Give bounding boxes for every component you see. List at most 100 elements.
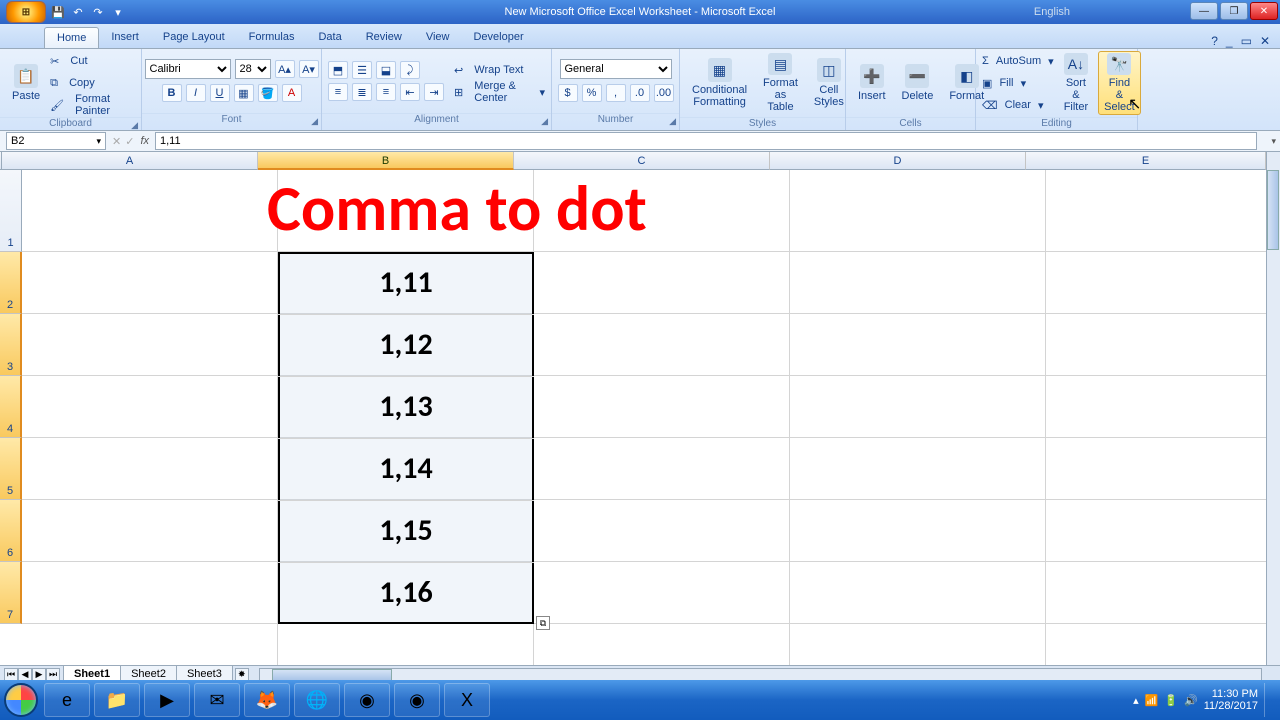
align-bottom-button[interactable]: ⬓ (376, 61, 396, 79)
tab-developer[interactable]: Developer (461, 27, 535, 48)
comma-style-button[interactable]: , (606, 84, 626, 102)
tray-network-icon[interactable]: 📶 (1145, 694, 1159, 707)
name-box[interactable]: B2▾ (6, 132, 106, 150)
minimize-button[interactable]: — (1190, 2, 1218, 20)
cell-b4[interactable]: 1,13 (278, 388, 534, 425)
tray-battery-icon[interactable]: 🔋 (1164, 694, 1178, 707)
tab-page-layout[interactable]: Page Layout (151, 27, 237, 48)
close-button[interactable]: ✕ (1250, 2, 1278, 20)
tab-review[interactable]: Review (354, 27, 414, 48)
tab-data[interactable]: Data (306, 27, 353, 48)
orientation-button[interactable]: ⤸ (400, 61, 420, 79)
enter-formula-icon[interactable]: ✓ (125, 135, 134, 148)
copy-button[interactable]: ⧉ Copy (50, 73, 135, 93)
align-left-button[interactable]: ≡ (328, 83, 348, 101)
fx-icon[interactable]: fx (140, 135, 149, 147)
tab-home[interactable]: Home (44, 27, 99, 48)
font-size-select[interactable]: 28 (235, 59, 271, 79)
merge-center-button[interactable]: ⊞ Merge & Center ▾ (454, 82, 545, 102)
row-header-1[interactable]: 1 (0, 170, 22, 252)
align-top-button[interactable]: ⬒ (328, 61, 348, 79)
fill-button[interactable]: ▣ Fill ▾ (982, 73, 1054, 93)
vscroll-thumb[interactable] (1267, 170, 1279, 250)
tab-formulas[interactable]: Formulas (237, 27, 307, 48)
cell-b6[interactable]: 1,15 (278, 512, 534, 549)
start-button[interactable] (0, 680, 42, 720)
find-select-button[interactable]: 🔭Find & Select (1098, 51, 1141, 115)
maximize-button[interactable]: ❐ (1220, 2, 1248, 20)
format-painter-button[interactable]: 🖌 Format Painter (50, 95, 135, 115)
help-icon[interactable]: ? (1211, 34, 1218, 48)
decrease-indent-button[interactable]: ⇤ (400, 83, 420, 101)
increase-indent-button[interactable]: ⇥ (424, 83, 444, 101)
percent-button[interactable]: % (582, 84, 602, 102)
row-header-6[interactable]: 6 (0, 500, 22, 562)
language-indicator[interactable]: English (1034, 6, 1070, 18)
cancel-formula-icon[interactable]: ✕ (112, 135, 121, 148)
row-header-3[interactable]: 3 (0, 314, 22, 376)
taskbar-app-3[interactable]: ✉ (194, 683, 240, 717)
vertical-scrollbar[interactable] (1266, 152, 1280, 665)
align-center-button[interactable]: ≣ (352, 83, 372, 101)
cell-b3[interactable]: 1,12 (278, 326, 534, 363)
tray-show-hidden-icon[interactable]: ▴ (1133, 694, 1139, 707)
fill-handle-options[interactable]: ⧉ (536, 616, 550, 630)
taskbar-app-5[interactable]: 🌐 (294, 683, 340, 717)
font-color-button[interactable]: A (282, 84, 302, 102)
taskbar-app-0[interactable]: e (44, 683, 90, 717)
undo-icon[interactable]: ↶ (70, 4, 86, 20)
row-header-7[interactable]: 7 (0, 562, 22, 624)
bold-button[interactable]: B (162, 84, 182, 102)
taskbar-app-8[interactable]: X (444, 683, 490, 717)
taskbar-app-1[interactable]: 📁 (94, 683, 140, 717)
formula-input[interactable]: 1,11 (155, 132, 1257, 150)
row-header-2[interactable]: 2 (0, 252, 22, 314)
column-header-D[interactable]: D (770, 152, 1026, 170)
column-header-E[interactable]: E (1026, 152, 1266, 170)
taskbar-app-4[interactable]: 🦊 (244, 683, 290, 717)
delete-cells-button[interactable]: ➖Delete (896, 51, 940, 115)
number-dialog-launcher[interactable]: ◢ (669, 116, 676, 127)
conditional-formatting-button[interactable]: ▦Conditional Formatting (686, 51, 753, 115)
row-header-5[interactable]: 5 (0, 438, 22, 500)
fill-color-button[interactable]: 🪣 (258, 84, 278, 102)
tab-view[interactable]: View (414, 27, 462, 48)
cell-b5[interactable]: 1,14 (278, 450, 534, 487)
clear-button[interactable]: ⌫ Clear ▾ (982, 95, 1054, 115)
align-middle-button[interactable]: ☰ (352, 61, 372, 79)
underline-button[interactable]: U (210, 84, 230, 102)
row-header-4[interactable]: 4 (0, 376, 22, 438)
currency-button[interactable]: $ (558, 84, 578, 102)
spreadsheet-grid[interactable]: ABCDE 1234567 Comma to dot 1,111,121,131… (0, 152, 1280, 665)
cell-styles-button[interactable]: ◫Cell Styles (808, 51, 850, 115)
column-header-C[interactable]: C (514, 152, 770, 170)
show-desktop-button[interactable] (1264, 683, 1272, 717)
expand-formula-bar-icon[interactable]: ▾ (1271, 136, 1276, 147)
save-icon[interactable]: 💾 (50, 4, 66, 20)
insert-cells-button[interactable]: ➕Insert (852, 51, 892, 115)
font-name-select[interactable]: Calibri (145, 59, 231, 79)
format-as-table-button[interactable]: ▤Format as Table (757, 51, 804, 115)
number-format-select[interactable]: General (560, 59, 672, 79)
font-dialog-launcher[interactable]: ◢ (311, 116, 318, 127)
decrease-decimal-button[interactable]: .00 (654, 84, 674, 102)
column-header-B[interactable]: B (258, 152, 514, 170)
grow-font-button[interactable]: A▴ (275, 60, 295, 78)
workbook-close-icon[interactable]: ✕ (1260, 34, 1270, 48)
minimize-ribbon-icon[interactable]: _ (1226, 34, 1233, 48)
taskbar-app-7[interactable]: ◉ (394, 683, 440, 717)
align-right-button[interactable]: ≡ (376, 83, 396, 101)
shrink-font-button[interactable]: A▾ (299, 60, 319, 78)
border-button[interactable]: ▦ (234, 84, 254, 102)
cell-b2[interactable]: 1,11 (278, 264, 534, 301)
alignment-dialog-launcher[interactable]: ◢ (541, 116, 548, 127)
cell-b7[interactable]: 1,16 (278, 574, 534, 611)
tab-insert[interactable]: Insert (99, 27, 151, 48)
clipboard-dialog-launcher[interactable]: ◢ (131, 120, 138, 131)
cut-button[interactable]: ✂ Cut (50, 51, 135, 71)
office-button[interactable]: ⊞ (6, 1, 46, 23)
window-restore-icon[interactable]: ▭ (1241, 34, 1252, 48)
taskbar-app-2[interactable]: ▶ (144, 683, 190, 717)
qat-more-icon[interactable]: ▾ (110, 4, 126, 20)
paste-button[interactable]: 📋 Paste (6, 51, 46, 115)
